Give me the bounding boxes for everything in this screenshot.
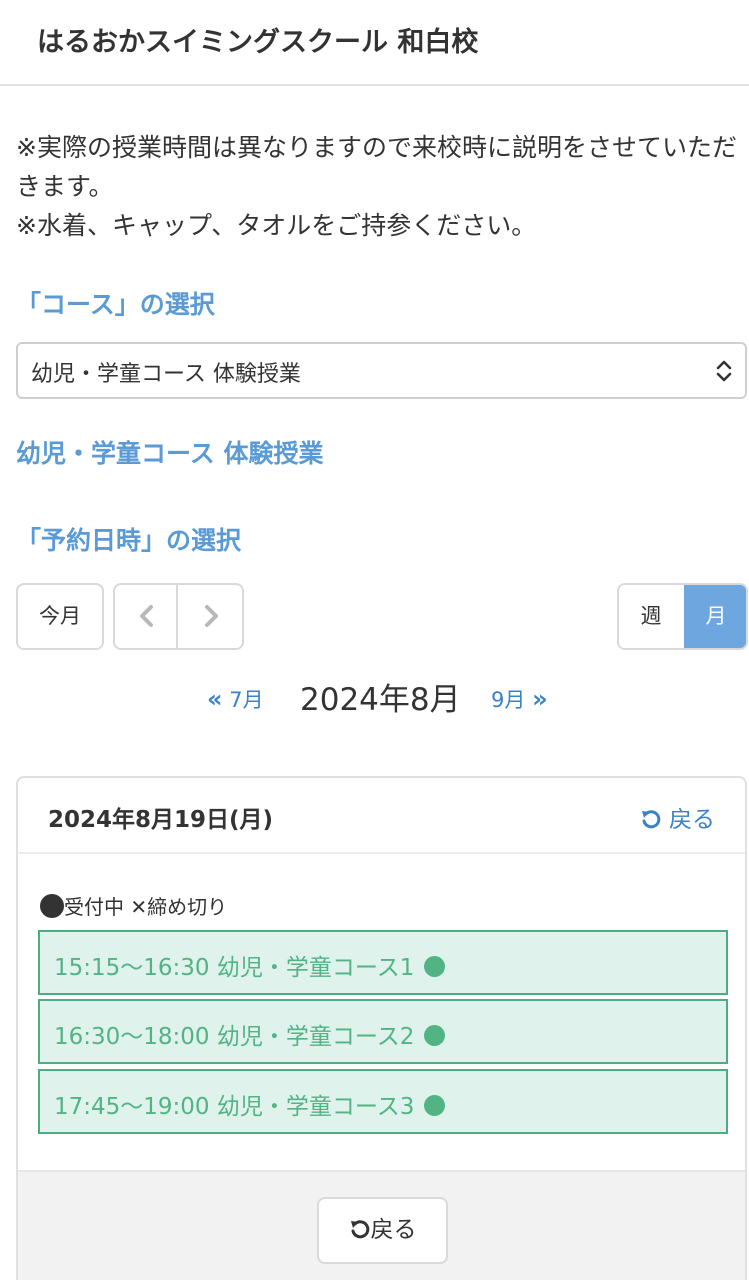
note-bring-items: ※水着、キャップ、タオルをご持参ください。 [16,211,537,240]
selected-course-title: 幼児・学童コース 体験授業 [16,439,324,468]
course-select[interactable]: 幼児・学童コース 体験授業 [16,342,747,399]
time-slot-label: 17:45〜19:00 幼児・学童コース3 [54,1094,415,1120]
header-back-link[interactable]: 戻る [640,800,715,834]
next-month-link[interactable]: 9月 » [491,684,548,714]
time-slot[interactable]: 15:15〜16:30 幼児・学童コース1 [38,930,728,995]
time-slot[interactable]: 16:30〜18:00 幼児・学童コース2 [38,999,728,1064]
day-panel: 2024年8月19日(月) 戻る 受付中 ✕締め切り 15:15〜16:30 幼… [16,776,747,1280]
open-status-icon [424,1025,446,1046]
next-month-button[interactable] [180,585,242,648]
time-slot[interactable]: 17:45〜19:00 幼児・学童コース3 [38,1069,728,1134]
chevron-left-icon [140,605,153,627]
footer-back-button[interactable]: 戻る [317,1197,448,1264]
course-heading: 「コース」の選択 [16,290,215,319]
chevron-right-icon [205,605,218,627]
school-title: はるおかスイミングスクール 和白校 [37,27,479,58]
open-status-icon [424,1095,446,1116]
datetime-heading: 「予約日時」の選択 [16,526,242,555]
open-status-icon [424,956,446,977]
double-chevron-right-icon: » [532,685,548,713]
prev-month-link[interactable]: « 7月 [207,684,264,714]
double-chevron-left-icon: « [207,685,223,713]
week-view-button[interactable]: 週 [619,585,683,648]
undo-icon [641,810,660,829]
view-toggle: 週 月 [617,583,748,650]
next-month-label: 9月 [491,688,526,712]
page-header: はるおかスイミングスクール 和白校 [0,0,749,86]
header-back-label: 戻る [669,807,715,833]
note-lesson-time: ※実際の授業時間は異なりますので来校時に説明をさせていただきます。 [16,133,737,201]
course-select-value: 幼児・学童コース 体験授業 [31,362,301,387]
closed-x-icon: ✕ [130,895,148,919]
prev-month-button[interactable] [115,585,178,648]
notes: ※実際の授業時間は異なりますので来校時に説明をさせていただきます。 ※水着、キャ… [16,128,746,245]
selected-date: 2024年8月19日(月) [48,807,274,833]
legend-closed-label: 締め切り [147,895,228,919]
time-slot-label: 15:15〜16:30 幼児・学童コース1 [54,955,415,981]
month-nav-buttons [113,583,244,650]
prev-month-label: 7月 [229,688,264,712]
day-panel-header: 2024年8月19日(月) 戻る [18,778,745,854]
footer-back-label: 戻る [370,1217,417,1243]
status-legend: 受付中 ✕締め切り [40,891,227,920]
legend-open-label: 受付中 [64,895,124,919]
open-dot-icon [40,894,64,918]
this-month-button[interactable]: 今月 [16,583,104,650]
time-slot-label: 16:30〜18:00 幼児・学童コース2 [54,1024,415,1050]
select-arrows-icon [716,360,732,382]
current-month: 2024年8月 [300,682,461,718]
undo-icon [350,1220,369,1239]
this-month-label: 今月 [39,604,81,628]
day-panel-footer: 戻る [18,1170,745,1280]
month-navigation: « 7月 2024年8月 9月 » [0,672,749,722]
month-view-button[interactable]: 月 [684,585,746,648]
